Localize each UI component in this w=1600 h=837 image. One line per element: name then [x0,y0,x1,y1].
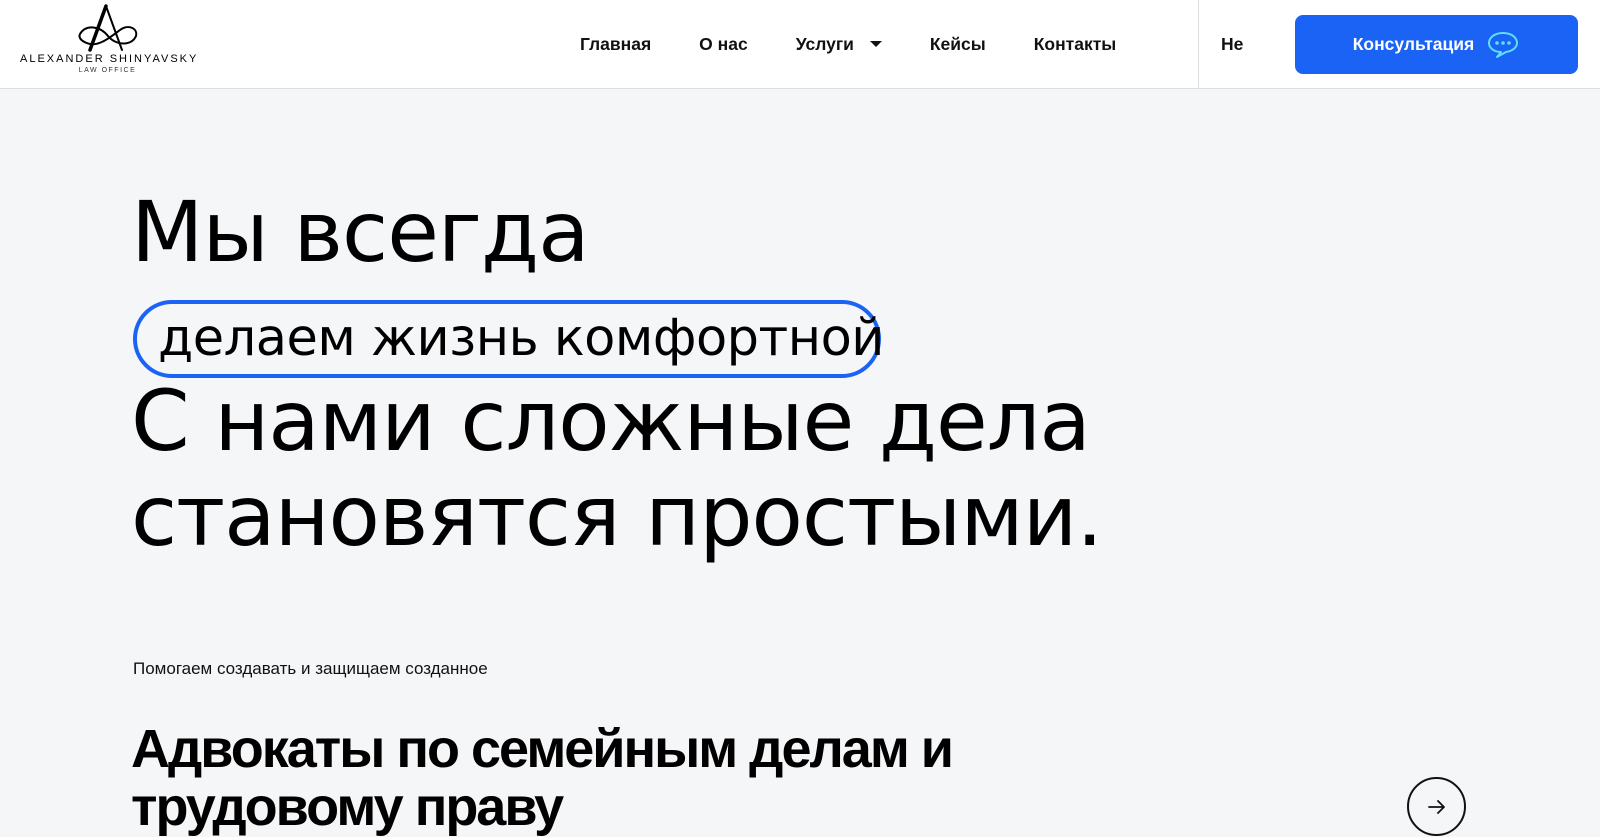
hero-highlight-text: делаем жизнь комфортной [158,309,884,368]
section-title: Адвокаты по семейным делам и трудовому п… [131,719,954,837]
nav-divider [1198,0,1199,88]
nav-item-services[interactable]: Услуги [796,34,882,55]
hero-heading-line-3: С нами сложные дела [131,372,1091,470]
logo-name: ALEXANDER SHINYAVSKY [20,53,199,65]
nav-item-home[interactable]: Главная [580,34,651,55]
nav-item-cases[interactable]: Кейсы [930,34,986,55]
nav-item-label: Кейсы [929,33,986,54]
nav-item-label: Контакты [1033,33,1117,54]
language-switcher[interactable]: Не [1221,0,1243,88]
arrow-right-icon [1427,799,1445,814]
main-nav: Главная О нас Услуги Кейсы Контакты [580,0,1164,88]
chat-bubble-icon [1488,31,1519,58]
nav-item-contacts[interactable]: Контакты [1034,34,1117,55]
hero-tagline: Помогаем создавать и защищаем созданное [133,659,488,678]
logo-subtitle: LAW OFFICE [78,67,137,74]
nav-item-label: Услуги [795,33,854,54]
hero-heading-line-1: Мы всегда [131,183,590,281]
hero-heading-line-4: становятся простыми. [131,467,1103,565]
site-header: ALEXANDER SHINYAVSKY LAW OFFICE Главная … [0,0,1600,89]
nav-item-about[interactable]: О нас [699,34,748,55]
consultation-button-label: Консультация [1352,34,1475,54]
nav-item-label: Главная [580,33,652,54]
chevron-down-icon [869,41,882,47]
nav-item-label: О нас [699,33,748,54]
logo-monogram-icon [78,4,137,52]
logo[interactable]: ALEXANDER SHINYAVSKY LAW OFFICE [20,4,199,86]
next-arrow-button[interactable] [1407,777,1466,836]
consultation-button[interactable]: Консультация [1295,15,1578,74]
